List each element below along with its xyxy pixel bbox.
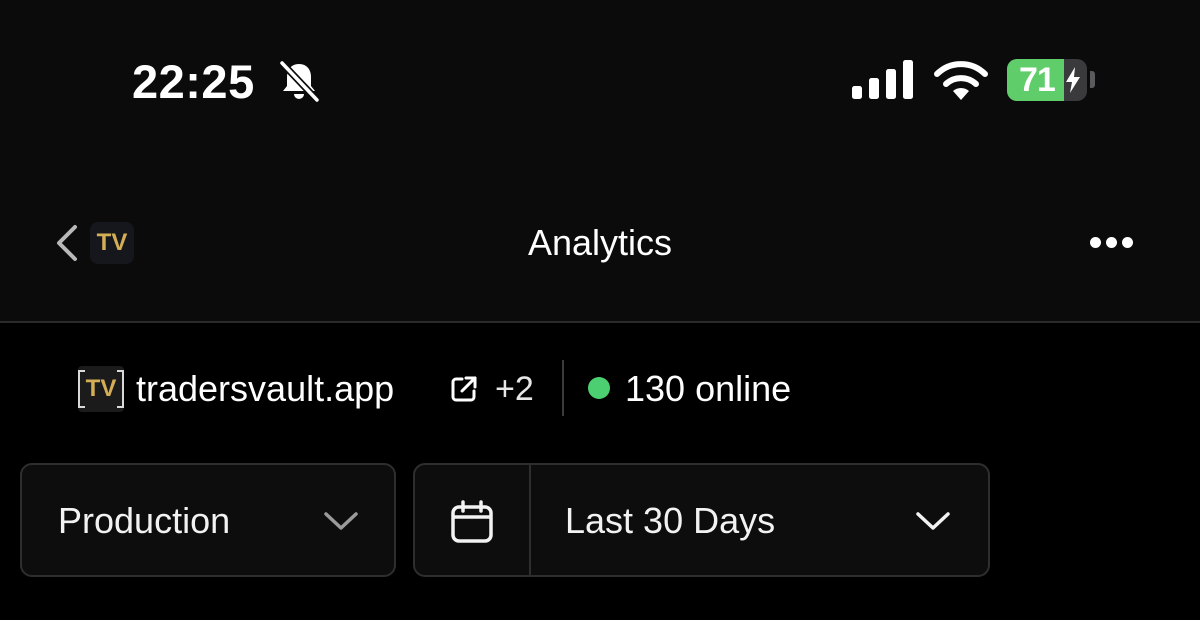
chevron-down-icon xyxy=(324,512,358,530)
more-horizontal-icon xyxy=(1106,237,1117,248)
more-sites-count[interactable]: +2 xyxy=(495,366,534,412)
cellular-signal-icon xyxy=(852,60,913,99)
status-time: 22:25 xyxy=(132,55,255,108)
battery-cap xyxy=(1090,71,1095,88)
site-logo-badge[interactable]: TV xyxy=(90,222,134,264)
vertical-divider xyxy=(562,360,564,416)
date-range-picker: Last 30 Days xyxy=(413,463,990,577)
environment-select[interactable]: Production xyxy=(20,463,396,577)
date-range-select-value: Last 30 Days xyxy=(565,500,776,541)
battery-indicator: 71 xyxy=(1007,59,1087,101)
wifi-icon xyxy=(934,61,988,100)
charging-bolt-icon xyxy=(1066,67,1080,93)
site-favicon: TV xyxy=(78,366,124,412)
chevron-left-icon[interactable] xyxy=(54,224,80,262)
online-visitors-count: 130 online xyxy=(625,368,792,409)
date-range-select[interactable]: Last 30 Days xyxy=(531,465,988,575)
header-divider xyxy=(0,321,1200,323)
more-options-button[interactable] xyxy=(1086,228,1136,258)
more-horizontal-icon xyxy=(1122,237,1133,248)
online-status-dot xyxy=(588,377,610,399)
calendar-icon xyxy=(451,500,493,543)
external-link-icon[interactable] xyxy=(450,375,478,403)
site-name-link[interactable]: tradersvault.app xyxy=(136,366,394,412)
environment-select-value: Production xyxy=(58,500,231,541)
calendar-button[interactable] xyxy=(415,465,531,575)
more-horizontal-icon xyxy=(1090,237,1101,248)
bell-slash-icon xyxy=(278,59,321,104)
analytics-screen: 22:25 71 TV Analytics TV tradersvault.ap… xyxy=(0,0,1200,620)
battery-percent: 71 xyxy=(1019,61,1056,99)
chevron-down-icon xyxy=(916,512,950,530)
header-region xyxy=(0,0,1200,322)
